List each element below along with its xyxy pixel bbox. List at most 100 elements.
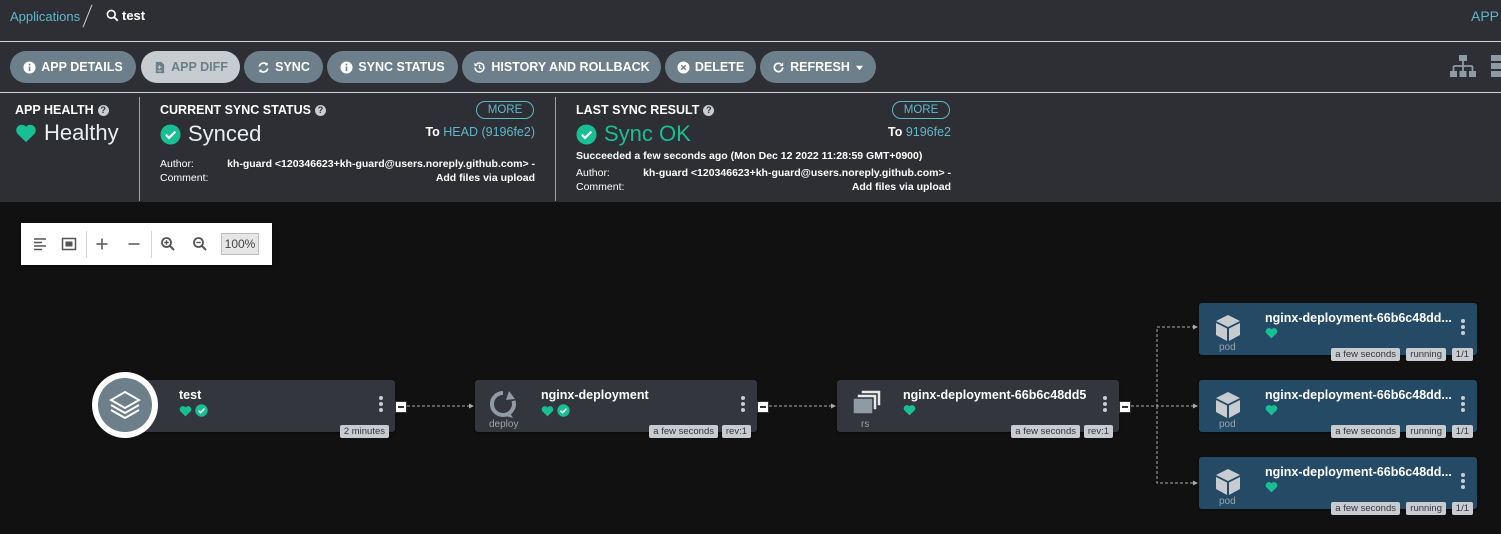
current-sync-revision-link[interactable]: HEAD (9196fe2) — [443, 125, 535, 139]
list-view-icon[interactable] — [1489, 54, 1501, 78]
sync-button[interactable]: SYNC — [244, 51, 323, 83]
info-icon — [340, 60, 353, 74]
sync-status-button[interactable]: SYNC STATUS — [327, 51, 458, 83]
node-menu-icon[interactable] — [379, 396, 383, 414]
node-title: nginx-deployment — [541, 388, 649, 402]
current-sync-value: Synced — [188, 121, 262, 146]
app-health-heading: APP HEALTH ? — [15, 103, 109, 117]
pod-status-tag: running — [1406, 348, 1446, 361]
node-menu-icon[interactable] — [1461, 396, 1465, 414]
last-sync-target: To 9196fe2 — [888, 125, 951, 139]
heart-icon — [903, 405, 916, 416]
help-icon[interactable]: ? — [314, 104, 326, 116]
caret-down-icon — [855, 65, 863, 70]
heart-icon — [541, 405, 554, 416]
app-health-label: APP HEALTH — [15, 103, 94, 117]
current-sync-status: Synced — [160, 121, 261, 147]
node-age-tag: a few seconds — [1011, 425, 1080, 438]
refresh-icon — [773, 61, 784, 72]
node-revision-tag: rev:1 — [1083, 425, 1113, 438]
node-menu-icon[interactable] — [1461, 319, 1465, 337]
pod-ready-tag: 1/1 — [1451, 425, 1473, 438]
current-sync-heading: CURRENT SYNC STATUS ? — [160, 103, 326, 117]
deployment-icon — [490, 391, 516, 418]
app-health-value: Healthy — [44, 120, 119, 145]
comment-value: Add files via upload — [851, 181, 951, 193]
delete-button[interactable]: DELETE — [665, 51, 756, 83]
app-diff-label: APP DIFF — [171, 60, 228, 74]
edge-arrow — [469, 403, 474, 409]
info-icon — [23, 60, 36, 74]
application-icon — [92, 372, 158, 438]
last-sync-to-prefix: To — [887, 125, 903, 139]
sync-label: SYNC — [275, 60, 310, 74]
edge-arrow — [831, 403, 836, 409]
node-status — [903, 404, 916, 416]
node-menu-icon[interactable] — [1103, 396, 1107, 414]
help-icon[interactable]: ? — [703, 104, 715, 116]
app-menu-label[interactable]: APP — [1471, 8, 1499, 24]
breadcrumb-current[interactable]: test — [106, 8, 145, 23]
current-sync-more-button[interactable]: MORE — [476, 101, 534, 119]
node-menu-icon[interactable] — [1461, 473, 1465, 491]
check-circle-icon — [195, 404, 208, 417]
node-revision-tag: rev:1 — [721, 425, 751, 438]
edge — [1131, 326, 1195, 407]
last-sync-more-button[interactable]: MORE — [892, 101, 950, 119]
replicaset-node[interactable]: rs nginx-deployment-66b6c48dd5 a few sec… — [837, 380, 1131, 438]
last-sync-label: LAST SYNC RESULT — [576, 103, 700, 117]
pod-icon — [1216, 392, 1240, 418]
collapse-toggle[interactable] — [757, 401, 769, 413]
help-icon[interactable]: ? — [97, 104, 109, 116]
collapse-toggle[interactable] — [1119, 401, 1131, 413]
heart-icon — [1265, 328, 1278, 339]
last-sync-heading: LAST SYNC RESULT ? — [576, 103, 715, 117]
comment-value: Add files via upload — [435, 172, 535, 184]
layers-icon — [108, 390, 142, 420]
history-and-rollback-label: HISTORY AND ROLLBACK — [491, 60, 650, 74]
author-value: kh-guard <120346623+kh-guard@users.norep… — [643, 167, 951, 179]
current-sync-label: CURRENT SYNC STATUS — [160, 103, 311, 117]
pod-status-tag: running — [1406, 425, 1446, 438]
pod-icon — [1216, 315, 1240, 341]
collapse-toggle[interactable] — [395, 401, 407, 413]
pod-status-tag: running — [1406, 502, 1446, 515]
heart-icon — [1265, 482, 1278, 493]
node-title: test — [179, 388, 202, 402]
pod-node[interactable]: pod nginx-deployment-66b6c48dd... a few … — [1199, 303, 1477, 361]
author-label: Author: — [576, 167, 610, 179]
node-status — [179, 404, 208, 417]
tree-view-icon[interactable] — [1449, 54, 1477, 78]
edge — [1156, 406, 1195, 484]
heart-icon — [1265, 405, 1278, 416]
current-sync-target: To HEAD (9196fe2) — [425, 125, 535, 139]
breadcrumb-applications-link[interactable]: Applications — [10, 9, 80, 24]
heart-icon — [179, 405, 192, 416]
sync-status-label: SYNC STATUS — [358, 60, 445, 74]
resource-tree-canvas[interactable]: 100% test 2 minutes deploy nginx-deploym… — [0, 203, 1501, 534]
node-title: nginx-deployment-66b6c48dd... — [1265, 388, 1452, 402]
node-status — [1265, 481, 1278, 493]
node-status — [1265, 404, 1278, 416]
refresh-button[interactable]: REFRESH — [760, 51, 876, 83]
pod-node[interactable]: pod nginx-deployment-66b6c48dd... a few … — [1199, 380, 1477, 438]
history-and-rollback-button[interactable]: HISTORY AND ROLLBACK — [462, 51, 661, 83]
node-menu-icon[interactable] — [741, 396, 745, 414]
breadcrumb-current-label: test — [122, 8, 146, 23]
node-kind: pod — [1219, 419, 1236, 430]
refresh-label: REFRESH — [790, 60, 850, 74]
node-kind: pod — [1219, 342, 1236, 353]
history-icon — [474, 61, 486, 73]
file-diff-icon — [155, 61, 165, 73]
deployment-node[interactable]: deploy nginx-deployment a few seconds re… — [475, 380, 769, 438]
author-value: kh-guard <120346623+kh-guard@users.norep… — [227, 158, 535, 170]
app-diff-button[interactable]: APP DIFF — [141, 51, 240, 83]
pod-ready-tag: 1/1 — [1451, 348, 1473, 361]
pod-node[interactable]: pod nginx-deployment-66b6c48dd... a few … — [1199, 457, 1477, 515]
node-age-tag: a few seconds — [1331, 425, 1400, 438]
heart-icon — [16, 124, 36, 143]
author-label: Author: — [160, 158, 194, 170]
node-age-tag: 2 minutes — [339, 425, 389, 438]
app-details-button[interactable]: APP DETAILS — [10, 51, 136, 83]
last-sync-revision-link[interactable]: 9196fe2 — [906, 125, 951, 139]
